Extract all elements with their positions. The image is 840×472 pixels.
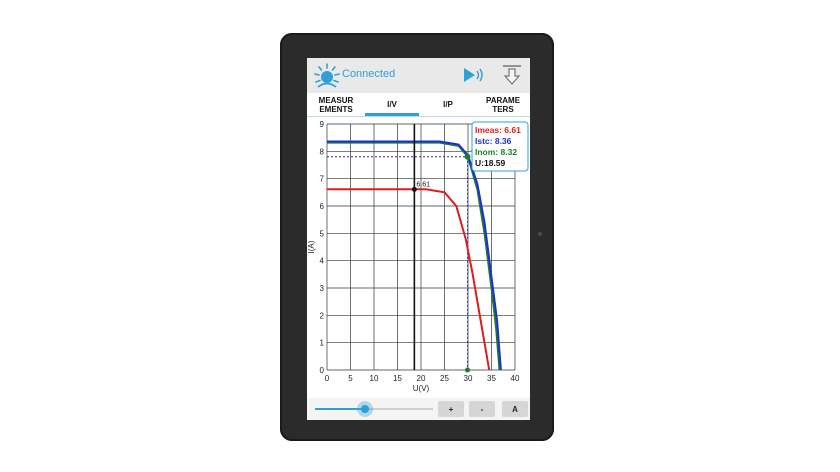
- y-tick-label-2: 2: [320, 311, 325, 320]
- readout-line-0: Imeas: 6.61: [475, 125, 521, 135]
- sun-logo-icon: [314, 63, 340, 88]
- readout-line-3: U:18.59: [475, 158, 506, 168]
- y-tick-label-5: 5: [320, 229, 325, 238]
- download-icon[interactable]: [501, 64, 523, 86]
- readout-value-3: 18.59: [484, 158, 506, 168]
- y-tick-label-8: 8: [320, 147, 325, 156]
- x-tick-label-5: 25: [440, 374, 449, 383]
- tab-parameters[interactable]: PARAME TERS: [477, 93, 529, 116]
- x-tick-label-8: 40: [511, 374, 520, 383]
- x-tick-label-4: 20: [417, 374, 426, 383]
- marker-axis-point: [465, 367, 471, 373]
- cursor-value-label: 6.61: [416, 181, 430, 188]
- slider-thumb[interactable]: [356, 401, 373, 417]
- readout-line-2: Inom: 8.32: [475, 147, 517, 157]
- y-axis-label: I(A): [307, 240, 316, 253]
- y-tick-label-4: 4: [320, 257, 325, 266]
- x-axis-label: U(V): [413, 384, 430, 393]
- iv-chart[interactable]: 05101520253035400123456789U(V)I(A)6.617I…: [307, 116, 530, 398]
- readout-value-2: 8.32: [501, 147, 518, 157]
- x-tick-label-7: 35: [487, 374, 496, 383]
- x-tick-label-6: 30: [464, 374, 473, 383]
- connection-status: Connected: [342, 68, 396, 80]
- readout-line-1: Istc: 8.36: [475, 136, 512, 146]
- app-screen: Connected MEASUR EMENTS I/V I/P PARAME T…: [307, 58, 530, 420]
- top-bar: Connected: [307, 58, 530, 93]
- zoom-slider[interactable]: [315, 401, 433, 417]
- y-tick-label-7: 7: [320, 175, 325, 184]
- series-line-0: [327, 141, 501, 371]
- y-tick-label-0: 0: [320, 366, 325, 375]
- bottom-bar: + - A: [307, 398, 530, 420]
- x-tick-label-1: 5: [348, 374, 353, 383]
- tab-measurements[interactable]: MEASUR EMENTS: [309, 93, 363, 116]
- readout-value-0: 6.61: [504, 125, 521, 135]
- tab-bar: MEASUR EMENTS I/V I/P PARAME TERS: [307, 93, 530, 117]
- play-signal-icon[interactable]: [462, 66, 486, 84]
- readout-label-2: Inom:: [475, 147, 501, 157]
- y-tick-label-1: 1: [320, 339, 325, 348]
- auto-scale-button[interactable]: A: [502, 401, 528, 417]
- zoom-out-button[interactable]: -: [469, 401, 495, 417]
- tab-ip[interactable]: I/P: [421, 93, 475, 116]
- readout-label-3: U:: [475, 158, 484, 168]
- readout-label-1: Istc:: [475, 136, 495, 146]
- camera-dot: [538, 232, 542, 236]
- y-tick-label-3: 3: [320, 284, 325, 293]
- y-tick-label-6: 6: [320, 202, 325, 211]
- x-tick-label-0: 0: [325, 374, 330, 383]
- x-tick-label-2: 10: [370, 374, 379, 383]
- y-tick-label-9: 9: [320, 120, 325, 129]
- readout-label-0: Imeas:: [475, 125, 504, 135]
- zoom-in-button[interactable]: +: [438, 401, 464, 417]
- x-tick-label-3: 15: [393, 374, 402, 383]
- readout-value-1: 8.36: [495, 136, 512, 146]
